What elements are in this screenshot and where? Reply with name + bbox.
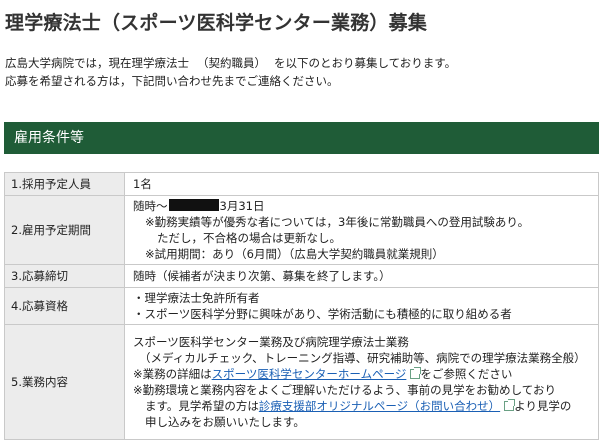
duty-detail-text: より見学の [514,399,572,413]
qualification-item: ・理学療法士免許所有者 [133,291,260,305]
sports-center-homepage-link[interactable]: スポーツ医科学センターホームページ [212,367,407,381]
duty-detail-text: ます。見学希望の方は [145,399,259,413]
intro-line-2: 応募を希望される方は，下記問い合わせ先までご連絡ください。 [5,74,339,88]
row-value: ・理学療法士免許所有者 ・スポーツ医科学分野に興味があり、学術活動にも積極的に取… [124,287,599,325]
period-end: 3月31日 [219,199,265,213]
duty-line: （メディカルチェック、トレーニング指導、研究補助等、病院での理学療法業務全般） [139,351,586,365]
row-value: 1名 [124,172,599,196]
period-note: ただし，不合格の場合は更新なし。 [157,231,341,245]
duty-line: スポーツ医科学センター業務及び病院理学療法士業務 [133,335,409,349]
intro-line-1: 広島大学病院では，現在理学療法士 （契約職員） を以下のとおり募集しております。 [5,54,456,72]
duty-line: 申し込みをお願いいたします。 [145,415,305,429]
redaction-block [168,199,219,211]
table-row: 4.応募資格 ・理学療法士免許所有者 ・スポーツ医科学分野に興味があり、学術活動… [4,287,599,325]
table-row: 2.雇用予定期間 随時～ 3月31日 ※勤務実績等が優秀な者については，3年後に常… [4,195,599,265]
row-value: スポーツ医科学センター業務及び病院理学療法士業務 （メディカルチェック、トレーニ… [124,324,599,440]
period-line: 随時～ 3月31日 [133,198,590,214]
page: 理学療法士（スポーツ医科学センター業務）募集 広島大学病院では，現在理学療法士 （… [0,0,600,441]
duty-detail-text: ※業務の詳細は [133,367,212,381]
row-label: 5.業務内容 [4,324,125,440]
external-link-icon [410,367,422,379]
duty-detail-text: をご参照ください [420,367,513,381]
clinical-support-contact-link[interactable]: 診療支援部オリジナルページ（お問い合わせ） [259,399,500,413]
row-value: 随時～ 3月31日 ※勤務実績等が優秀な者については，3年後に常勤職員への登用試験… [124,195,599,265]
deadline-text: 随時（候補者が決まり次第、募集を終了します。） [133,269,391,283]
duty-line: ます。見学希望の方は診療支援部オリジナルページ（お問い合わせ） より見学の [133,398,590,414]
page-title: 理学療法士（スポーツ医科学センター業務）募集 [5,12,428,34]
period-start: 随時～ [133,199,168,213]
intro-text: 広島大学病院では，現在理学療法士 （契約職員） を以下のとおり募集しております。 応… [5,54,456,90]
row-label: 4.応募資格 [4,287,125,325]
duty-line: ※勤務環境と業務内容をよくご理解いただけるよう、事前の見学をお勧めしており [133,383,556,397]
period-note: ※勤務実績等が優秀な者については，3年後に常勤職員への登用試験あり。 [145,215,530,229]
section-heading: 雇用条件等 [4,122,599,154]
qualification-item: ・スポーツ医科学分野に興味があり、学術活動にも積極的に取り組める者 [133,307,512,321]
period-note: ※試用期間：あり（6月間）（広島大学契約職員就業規則） [145,247,444,261]
conditions-table: 1.採用予定人員 1名 2.雇用予定期間 随時～ 3月31日 ※勤務実績等が優秀な… [4,172,599,440]
table-row: 5.業務内容 スポーツ医科学センター業務及び病院理学療法士業務 （メディカルチェ… [4,324,599,440]
table-row: 1.採用予定人員 1名 [4,172,599,196]
row-label: 1.採用予定人員 [4,172,125,196]
intro-line-1-b: （契約職員） [197,56,266,70]
intro-line-1-c: を以下のとおり募集しております。 [274,56,457,70]
intro-line-1-a: 広島大学病院では，現在理学療法士 [5,56,189,70]
row-label: 2.雇用予定期間 [4,195,125,265]
recruit-count: 1名 [133,177,152,191]
row-value: 随時（候補者が決まり次第、募集を終了します。） [124,264,599,288]
duty-line: ※業務の詳細はスポーツ医科学センターホームページ をご参照ください [133,366,590,382]
row-label: 3.応募締切 [4,264,125,288]
table-row: 3.応募締切 随時（候補者が決まり次第、募集を終了します。） [4,264,599,288]
external-link-icon [504,399,516,411]
